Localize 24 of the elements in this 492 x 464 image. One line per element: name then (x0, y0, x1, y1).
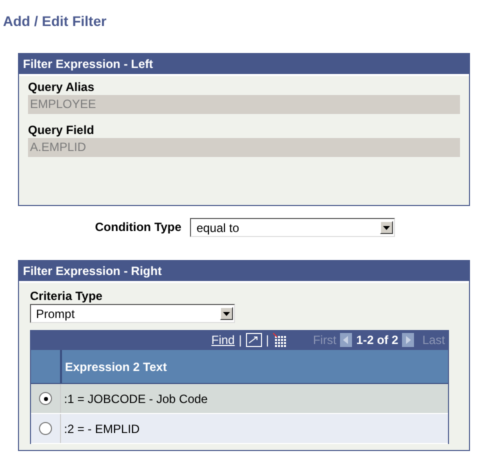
panel-header: Filter Expression - Right (19, 261, 469, 283)
panel-header: Filter Expression - Left (19, 54, 469, 76)
field-label: Query Alias (28, 80, 96, 95)
field-label: Query Field (28, 123, 96, 138)
table-cell-text: :2 = - EMPLID (63, 420, 141, 438)
page-range: 1-2 of 2 (356, 333, 398, 347)
column-header: Expression 2 Text (64, 358, 168, 376)
separator: | (238, 333, 242, 347)
readonly-field: EMPLOYEE (28, 95, 460, 114)
view-all-icon[interactable] (246, 333, 262, 347)
radio-button[interactable] (39, 422, 52, 435)
field-label: Condition Type (95, 220, 182, 235)
separator: | (266, 333, 269, 347)
last-label: Last (422, 333, 445, 347)
find-link[interactable]: Find (211, 333, 235, 347)
first-label: First (312, 333, 336, 347)
radio-button[interactable] (39, 392, 52, 405)
table-cell-text: :1 = JOBCODE - Job Code (63, 390, 209, 408)
field-label: Criteria Type (30, 289, 104, 304)
readonly-field: A.EMPLID (28, 138, 460, 157)
spreadsheet-icon[interactable] (272, 333, 287, 347)
condition-type-dropdown[interactable]: equal to (190, 218, 396, 237)
page-title: Add / Edit Filter (3, 13, 106, 29)
criteria-type-dropdown[interactable]: Prompt (30, 304, 235, 323)
